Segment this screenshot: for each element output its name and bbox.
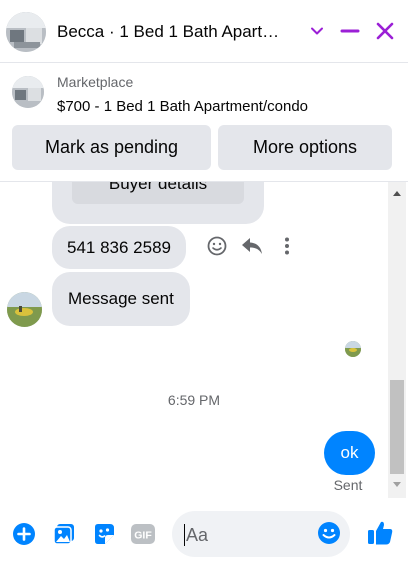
more-actions-icon[interactable] bbox=[275, 234, 299, 258]
more-options-button[interactable]: More options bbox=[218, 125, 392, 170]
add-icon[interactable] bbox=[11, 521, 37, 547]
sender-avatar[interactable] bbox=[7, 292, 42, 327]
sent-status: Sent bbox=[333, 477, 363, 493]
marketplace-banner: Marketplace $700 - 1 Bed 1 Bath Apartmen… bbox=[0, 63, 408, 182]
sticker-icon[interactable] bbox=[91, 521, 117, 547]
received-message-bubble[interactable]: Message sent bbox=[52, 272, 190, 326]
sent-message-bubble[interactable]: ok bbox=[324, 431, 375, 475]
like-icon[interactable] bbox=[366, 519, 394, 547]
mark-as-pending-button[interactable]: Mark as pending bbox=[12, 125, 211, 170]
gif-icon[interactable]: GIF bbox=[130, 521, 156, 547]
photo-icon[interactable] bbox=[51, 521, 77, 547]
scroll-down-arrow-icon[interactable] bbox=[388, 476, 406, 494]
message-thread[interactable]: Buyer details 541 836 2589 Message sent bbox=[0, 182, 388, 498]
gif-label: GIF bbox=[134, 530, 152, 542]
scroll-up-arrow-icon[interactable] bbox=[388, 184, 406, 202]
marketplace-label: Marketplace bbox=[57, 74, 134, 90]
message-timestamp: 6:59 PM bbox=[167, 392, 221, 408]
buyer-details-button[interactable]: Buyer details bbox=[72, 182, 244, 204]
seen-indicator-avatar bbox=[345, 341, 361, 357]
listing-title[interactable]: $700 - 1 Bed 1 Bath Apartment/condo bbox=[57, 98, 308, 115]
react-emoji-icon[interactable] bbox=[205, 234, 229, 258]
listing-thumbnail[interactable] bbox=[12, 76, 44, 108]
minimize-icon[interactable] bbox=[337, 18, 363, 44]
scrollbar-thumb[interactable] bbox=[390, 380, 404, 474]
chevron-down-icon[interactable] bbox=[304, 18, 330, 44]
chat-title[interactable]: Becca · 1 Bed 1 Bath Apart… bbox=[57, 22, 297, 42]
text-caret bbox=[184, 524, 185, 546]
phone-message-bubble[interactable]: 541 836 2589 bbox=[52, 226, 186, 269]
header-avatar[interactable] bbox=[6, 12, 46, 52]
reply-icon[interactable] bbox=[240, 234, 264, 258]
emoji-icon[interactable] bbox=[316, 520, 342, 546]
close-icon[interactable] bbox=[372, 18, 398, 44]
message-input[interactable] bbox=[184, 519, 312, 551]
